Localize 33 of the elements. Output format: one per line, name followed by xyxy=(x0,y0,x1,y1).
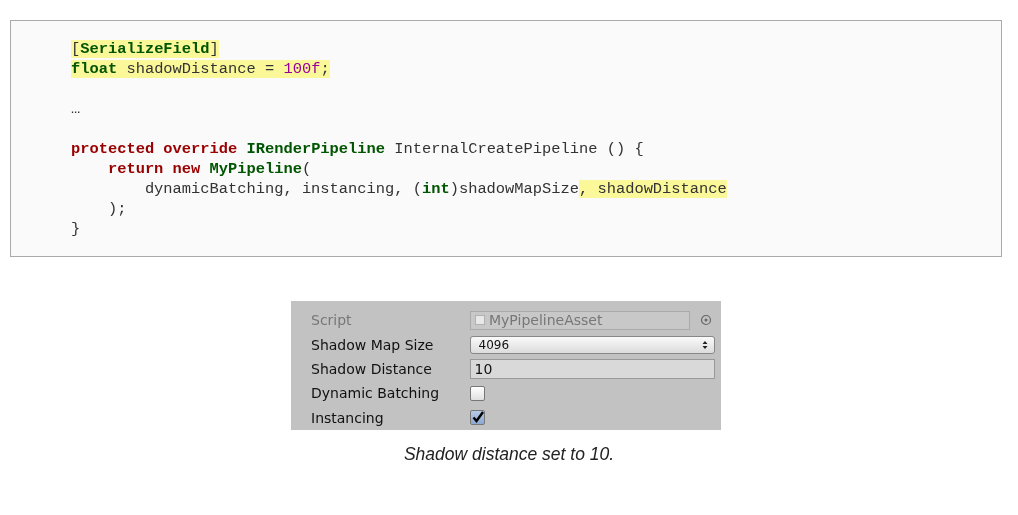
figure-caption: Shadow distance set to 10. xyxy=(402,444,616,465)
field-label: Script xyxy=(311,312,353,329)
code-token: dynamicBatching, instancing, ( xyxy=(144,180,422,198)
code-token: return new xyxy=(107,160,202,178)
code-token: ( xyxy=(301,160,312,178)
code-token: ); xyxy=(107,200,127,218)
field-label: Dynamic Batching xyxy=(311,385,441,402)
field-label: Instancing xyxy=(311,409,385,426)
code-token: } xyxy=(71,220,81,238)
code-token: shadowDistance = xyxy=(117,60,284,78)
checkbox[interactable] xyxy=(470,385,485,401)
code-token: ] xyxy=(209,40,219,58)
code-token: InternalCreatePipeline () { xyxy=(393,140,644,158)
code-token: , shadowDistance xyxy=(579,180,727,198)
code-token: 100f xyxy=(283,60,321,78)
checkbox[interactable] xyxy=(470,410,485,426)
size-dropdown[interactable]: 4096 xyxy=(469,335,715,354)
script-file-icon xyxy=(475,315,485,326)
object-picker-icon[interactable] xyxy=(700,314,712,327)
field-label: Shadow Map Size xyxy=(311,336,435,353)
updown-arrow-icon xyxy=(702,339,708,350)
code-token: … xyxy=(71,100,81,118)
code-token: SerializeField xyxy=(80,40,210,58)
code-token: [ xyxy=(71,40,81,58)
code-token: protected override xyxy=(71,140,239,158)
code-token: MyPipeline xyxy=(209,160,302,178)
number-field[interactable]: 10 xyxy=(469,358,715,379)
field-label: Shadow Distance xyxy=(311,360,433,377)
code-token: )shadowMapSize xyxy=(449,180,579,198)
code-token: IRenderPipeline xyxy=(246,140,386,158)
code-token: ; xyxy=(320,60,330,78)
code-token: int xyxy=(421,180,450,198)
code-token: float xyxy=(71,60,118,78)
